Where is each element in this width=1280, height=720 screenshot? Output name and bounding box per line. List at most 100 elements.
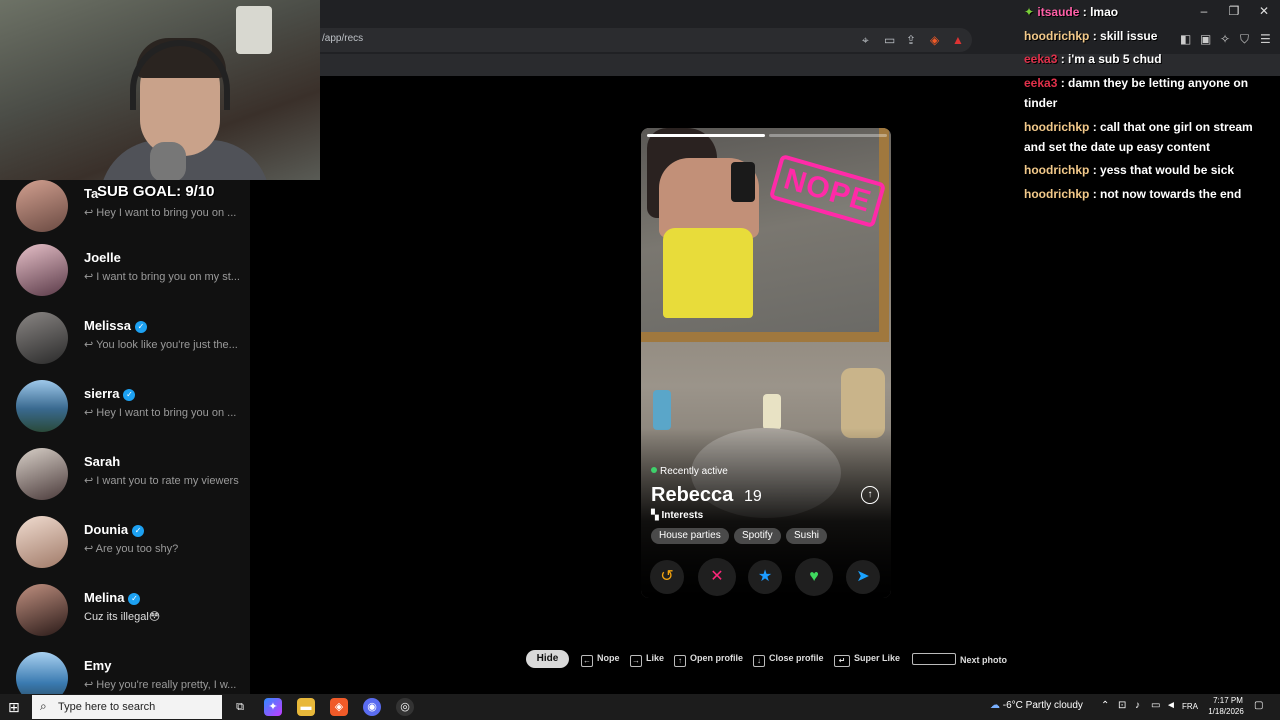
- share-icon[interactable]: ⇪: [906, 32, 916, 48]
- nope-button[interactable]: ✕: [698, 558, 736, 596]
- location-icon[interactable]: ⌖: [862, 32, 869, 48]
- photo-bottle: [653, 390, 671, 430]
- chat-text: : not now towards the end: [1092, 187, 1242, 201]
- message-preview: ↩ I want to bring you on my st...: [84, 271, 240, 283]
- microphone-tray-icon[interactable]: ♪: [1135, 700, 1140, 711]
- like-button[interactable]: ♥: [795, 558, 833, 596]
- photo-bottle: [763, 394, 781, 430]
- message-item[interactable]: Melissa ✓ ↩ You look like you're just the…: [0, 312, 250, 380]
- shortcut-open-profile: ↑ Open profile: [674, 653, 743, 667]
- avatar: [16, 516, 68, 568]
- webcam-background-object: [236, 6, 272, 54]
- weather-widget[interactable]: ☁ -6°C Partly cloudy: [990, 700, 1083, 711]
- obs-icon[interactable]: ◎: [396, 698, 414, 716]
- message-name: sierra ✓: [84, 386, 136, 401]
- clock-time[interactable]: 7:17 PM: [1208, 696, 1248, 705]
- interest-chip: Sushi: [786, 528, 828, 544]
- chat-message: hoodrichkp : call that one girl on strea…: [1024, 117, 1264, 157]
- chat-username: hoodrichkp: [1024, 29, 1090, 43]
- chevron-up-icon[interactable]: ⌃: [1101, 700, 1109, 711]
- space-key-icon: [912, 653, 956, 665]
- discord-icon[interactable]: ◉: [363, 698, 381, 716]
- address-bar[interactable]: /app/recs ⌖ ▭ ⇪ ◈ ▲: [300, 28, 972, 52]
- message-item[interactable]: Sarah ↩ I want you to rate my viewers: [0, 448, 250, 516]
- enter-key-icon: ↵: [834, 655, 850, 667]
- rewind-button[interactable]: ↺: [650, 560, 684, 594]
- chat-message: eeka3 : damn they be letting anyone on t…: [1024, 73, 1264, 113]
- chat-message: hoodrichkp : not now towards the end: [1024, 184, 1264, 204]
- super-like-button[interactable]: ★: [748, 560, 782, 594]
- message-item[interactable]: Joelle ↩ I want to bring you on my st...: [0, 244, 250, 312]
- chat-username: hoodrichkp: [1024, 120, 1090, 134]
- message-name: Emy: [84, 658, 112, 673]
- file-explorer-icon[interactable]: ▬: [297, 698, 315, 716]
- search-icon: ⌕: [40, 699, 47, 713]
- brave-rewards-icon[interactable]: ▲: [952, 32, 964, 48]
- chat-text: : skill issue: [1092, 29, 1158, 43]
- message-preview: ↩ You look like you're just the...: [84, 339, 238, 351]
- windows-start-icon[interactable]: ⊞: [8, 699, 20, 716]
- photo-progress-segment[interactable]: [769, 134, 887, 137]
- message-preview: ↩ Hey you're really pretty, I w...: [84, 679, 237, 691]
- brave-browser-icon[interactable]: ◈: [330, 698, 348, 716]
- network-icon[interactable]: ⊡: [1118, 700, 1126, 711]
- active-dot-icon: [651, 467, 657, 473]
- avatar: [16, 312, 68, 364]
- open-profile-icon[interactable]: ↑: [861, 486, 879, 504]
- address-url: /app/recs: [322, 33, 364, 44]
- interests-icon: ▚: [651, 510, 662, 521]
- chat-message: ✦ itsaude : lmao: [1024, 2, 1264, 22]
- copilot-icon[interactable]: ✦: [264, 698, 282, 716]
- message-name: Melina ✓: [84, 590, 141, 605]
- task-view-icon[interactable]: ⧉: [231, 698, 249, 716]
- sub-goal-overlay: SUB GOAL: 9/10: [97, 183, 215, 200]
- verified-badge-icon: ✓: [123, 389, 136, 401]
- chat-text: : damn they be letting anyone on tinder: [1024, 76, 1249, 110]
- profile-card[interactable]: NOPE Recently active Rebecca 19 ↑ ▚ Inte…: [641, 128, 891, 598]
- hide-shortcuts-button[interactable]: Hide: [526, 650, 569, 668]
- chat-username: itsaude: [1037, 5, 1080, 19]
- message-name: Melissa ✓: [84, 318, 147, 333]
- photo-progress-segment[interactable]: [647, 134, 765, 137]
- language-indicator[interactable]: FRA: [1182, 702, 1198, 711]
- verified-badge-icon: ✓: [132, 525, 145, 537]
- display-icon[interactable]: ▭: [1151, 700, 1160, 711]
- clock-date[interactable]: 1/18/2026: [1204, 707, 1248, 716]
- volume-icon[interactable]: ◄: [1166, 700, 1176, 711]
- message-item[interactable]: sierra ✓ ↩ Hey I want to bring you on ...: [0, 380, 250, 448]
- cloud-icon: ☁: [990, 700, 1000, 711]
- cast-icon[interactable]: ▭: [884, 32, 895, 48]
- chat-username: eeka3: [1024, 52, 1058, 66]
- message-item[interactable]: Emy ↩ Hey you're really pretty, I w...: [0, 652, 250, 694]
- profile-age: 19: [744, 488, 762, 505]
- chat-username: hoodrichkp: [1024, 163, 1090, 177]
- taskbar-search[interactable]: ⌕ Type here to search: [32, 695, 222, 719]
- message-item[interactable]: Dounia ✓ ↩ Are you too shy?: [0, 516, 250, 584]
- photo-phone: [731, 162, 755, 202]
- activity-status: Recently active: [651, 466, 728, 477]
- shortcut-next-photo: Next photo: [912, 653, 1007, 665]
- search-placeholder: Type here to search: [58, 701, 156, 713]
- message-name: Joelle: [84, 250, 121, 265]
- message-preview: ↩ Are you too shy?: [84, 543, 179, 555]
- left-arrow-key-icon: ←: [581, 655, 593, 667]
- brave-shield-icon[interactable]: ◈: [930, 32, 939, 48]
- notification-icon[interactable]: ▢: [1254, 700, 1263, 711]
- message-preview: ↩ Hey I want to bring you on ...: [84, 207, 237, 219]
- right-arrow-key-icon: →: [630, 655, 642, 667]
- stream-chat: ✦ itsaude : lmao hoodrichkp : skill issu…: [1024, 0, 1280, 210]
- message-item[interactable]: Melina ✓ Cuz its illegal😳: [0, 584, 250, 652]
- up-arrow-key-icon: ↑: [674, 655, 686, 667]
- message-preview: ↩ Hey I want to bring you on ...: [84, 407, 237, 419]
- chat-username: hoodrichkp: [1024, 187, 1090, 201]
- chat-message: hoodrichkp : skill issue: [1024, 26, 1264, 46]
- microphone-icon: [150, 142, 186, 180]
- photo-mirror: [641, 128, 889, 342]
- avatar: [16, 380, 68, 432]
- interests-label: ▚ Interests: [651, 510, 704, 521]
- photo-person-top: [663, 228, 753, 318]
- boost-button[interactable]: ➤: [846, 560, 880, 594]
- chat-text: : yess that would be sick: [1092, 163, 1235, 177]
- chat-text: : i'm a sub 5 chud: [1060, 52, 1162, 66]
- avatar: [16, 584, 68, 636]
